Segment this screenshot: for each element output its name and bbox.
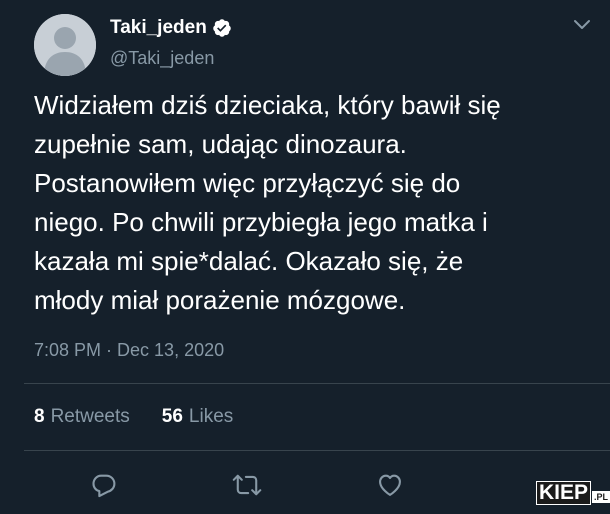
default-avatar-icon	[34, 14, 96, 76]
retweets-label: Retweets	[50, 406, 130, 427]
divider	[24, 450, 610, 451]
watermark-suffix: .PL	[592, 491, 610, 503]
retweets-count: 8	[34, 406, 45, 427]
tweet-text: Widziałem dziś dzieciaka, który bawił si…	[34, 90, 501, 315]
divider	[24, 383, 610, 384]
kiep-watermark-logo: KIEP .PL	[536, 481, 610, 505]
likes-stat[interactable]: 56 Likes	[162, 406, 234, 428]
reply-icon	[92, 474, 116, 498]
chevron-down-icon[interactable]	[572, 18, 592, 37]
likes-count: 56	[161, 406, 183, 427]
tweet-timestamp[interactable]: 7:08 PM · Dec 13, 2020	[34, 340, 224, 361]
avatar[interactable]	[34, 14, 96, 76]
retweet-button[interactable]	[232, 470, 262, 500]
likes-label: Likes	[188, 406, 234, 427]
reply-button[interactable]	[89, 470, 119, 500]
watermark-text: KIEP	[536, 481, 592, 505]
display-name[interactable]: Taki_jeden	[110, 17, 207, 39]
author-name-row: Taki_jeden	[110, 17, 232, 39]
retweets-stat[interactable]: 8 Retweets	[34, 406, 130, 428]
heart-icon	[379, 474, 401, 496]
verified-badge-icon	[212, 18, 232, 38]
like-button[interactable]	[375, 470, 405, 500]
engagement-stats: 8 Retweets 56 Likes	[34, 406, 265, 428]
retweet-icon	[232, 474, 262, 496]
user-handle[interactable]: @Taki_jeden	[110, 48, 214, 69]
tweet-card: Taki_jeden @Taki_jeden Widziałem dziś dz…	[0, 0, 610, 514]
